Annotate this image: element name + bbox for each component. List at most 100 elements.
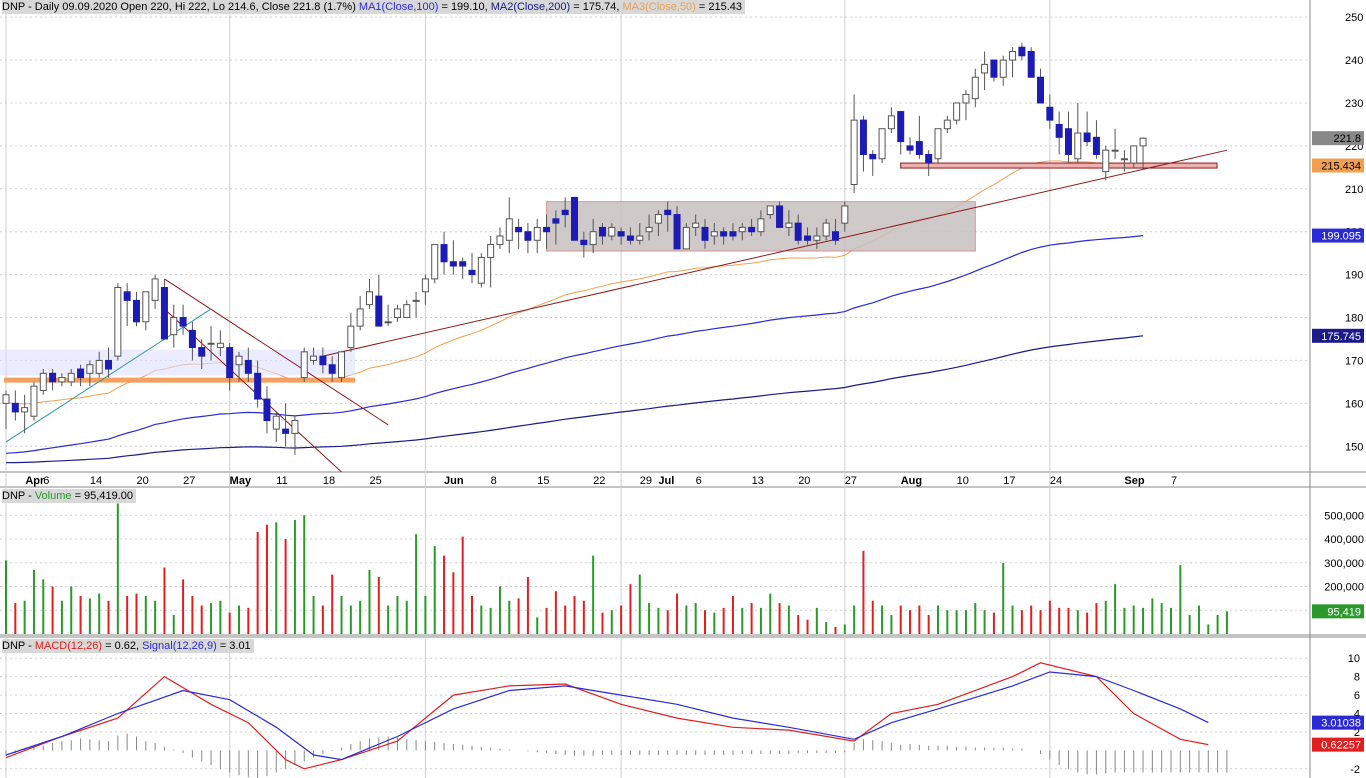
candle-up — [67, 372, 75, 383]
candle-down — [188, 329, 196, 349]
ma3-tag: 215.434 — [1321, 161, 1361, 173]
volume-y-tick: 300,000 — [1324, 558, 1364, 570]
candle-up — [1074, 132, 1082, 160]
candle-down — [897, 111, 905, 143]
price-y-tick: 180 — [1345, 313, 1363, 325]
x-axis-label: 6 — [696, 475, 702, 487]
x-axis-label: Jun — [444, 475, 464, 487]
ma3-legend: MA3(Close,50) — [622, 1, 696, 13]
candle-down — [626, 235, 634, 241]
candle-down — [179, 317, 187, 327]
support-line-august — [900, 162, 1218, 169]
candle-up — [692, 222, 700, 228]
candle-down — [282, 428, 290, 434]
price-header-ticker: DNP — [2, 1, 26, 13]
candle-down — [859, 119, 867, 155]
candle-up — [608, 226, 616, 237]
x-axis-label: 13 — [752, 475, 764, 487]
candle-up — [95, 359, 103, 374]
macd-tag: 0.62257 — [1321, 740, 1361, 752]
candle-up — [347, 325, 355, 349]
candle-up — [2, 394, 10, 404]
candle-up — [235, 355, 243, 366]
price-y-tick: 150 — [1345, 441, 1363, 453]
candle-up — [39, 372, 47, 391]
candle-up — [841, 205, 849, 224]
macd-y-tick: 10 — [1348, 653, 1360, 665]
candle-down — [580, 239, 588, 246]
chart-canvas[interactable]: 250240230220210200190180170160150Apr6142… — [0, 0, 1366, 778]
candle-down — [123, 291, 131, 301]
x-axis-label: May — [230, 475, 252, 487]
x-axis-label: 7 — [1171, 475, 1177, 487]
x-axis-label: 14 — [90, 475, 102, 487]
x-axis-label: Sep — [1124, 475, 1144, 487]
candle-up — [487, 244, 495, 258]
candle-down — [160, 286, 168, 340]
price-y-tick: 160 — [1345, 398, 1363, 410]
x-axis-label: 24 — [1050, 475, 1062, 487]
candle-up — [114, 286, 122, 357]
volume-legend: Volume — [34, 490, 72, 502]
macd-line — [5, 662, 1209, 770]
candle-down — [1018, 46, 1026, 57]
candle-down — [598, 226, 606, 237]
x-axis-label: Aug — [901, 475, 922, 487]
candle-up — [272, 415, 280, 430]
candle-down — [105, 359, 113, 370]
candle-up — [30, 385, 38, 417]
candle-up — [813, 235, 821, 241]
x-axis-label: Jul — [658, 475, 674, 487]
candle-up — [878, 128, 886, 160]
candle-up — [887, 115, 895, 130]
candle-down — [77, 368, 85, 379]
candle-up — [142, 291, 150, 323]
x-axis-label: 20 — [136, 475, 148, 487]
volume-header-dash: - — [25, 490, 35, 502]
price-header-prefix: - Daily 09.09.2020 Open 220, Hi 222, Lo … — [25, 1, 359, 13]
candle-up — [1130, 145, 1138, 164]
candle-down — [869, 153, 877, 160]
x-axis-label: Apr — [25, 475, 45, 487]
candle-down — [1046, 106, 1054, 121]
candle-down — [49, 372, 57, 383]
candle-up — [785, 222, 793, 228]
candle-up — [403, 304, 411, 319]
candle-up — [971, 76, 979, 100]
candle-up — [589, 231, 597, 246]
ma1-legend: MA1(Close,100) — [358, 1, 439, 13]
candle-down — [925, 153, 933, 164]
ma3-legend-value: = 215.43 — [695, 1, 743, 13]
chart-window: 250240230220210200190180170160150Apr6142… — [0, 0, 1366, 778]
volume-y-tick: 400,000 — [1324, 534, 1364, 546]
candle-down — [11, 402, 19, 413]
candle-down — [543, 226, 551, 233]
candle-up — [300, 351, 308, 379]
candle-up — [981, 63, 989, 74]
volume-last-tag: 95,419 — [1327, 606, 1361, 618]
x-axis-label: 25 — [369, 475, 381, 487]
candle-up — [962, 93, 970, 104]
candle-down — [552, 218, 560, 224]
candle-down — [720, 231, 728, 237]
ma2-legend: MA2(Close,200) — [490, 1, 571, 13]
macd-header: DNP - MACD(12,26) = 0.62, Signal(12,26,9… — [2, 639, 254, 653]
candle-up — [310, 355, 318, 361]
candle-up — [533, 226, 541, 241]
candle-down — [1027, 50, 1035, 78]
candle-down — [468, 269, 476, 276]
price-y-tick: 240 — [1345, 55, 1363, 67]
candle-up — [384, 321, 392, 324]
price-y-tick: 250 — [1345, 12, 1363, 24]
candle-up — [822, 222, 830, 237]
candle-down — [319, 355, 327, 366]
candle-down — [990, 59, 998, 78]
candle-up — [207, 342, 215, 345]
candle-down — [906, 145, 914, 151]
candle-up — [1120, 158, 1128, 161]
price-y-tick: 230 — [1345, 98, 1363, 110]
candle-down — [561, 209, 569, 216]
candle-up — [216, 342, 224, 349]
x-axis-label: 15 — [537, 475, 549, 487]
candle-up — [1139, 137, 1147, 147]
